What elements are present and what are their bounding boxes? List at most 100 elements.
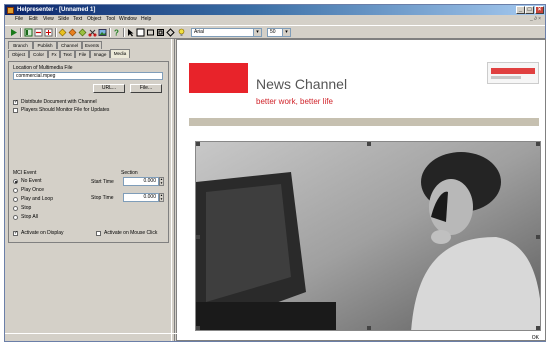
app-icon — [7, 6, 14, 14]
start-time-spinner[interactable]: ▲ ▼ — [159, 177, 164, 186]
font-name-select[interactable]: Arial ▾ — [191, 28, 262, 37]
maximize-button[interactable]: □ — [525, 6, 534, 14]
monitor-checkbox[interactable] — [13, 108, 18, 113]
font-name-value: Arial — [194, 29, 205, 35]
tab-channel[interactable]: Channel — [57, 41, 82, 49]
tab-file[interactable]: File — [75, 50, 90, 58]
link-icon[interactable] — [78, 28, 87, 37]
delete-slide-icon[interactable] — [34, 28, 43, 37]
chevron-down-icon[interactable]: ▾ — [253, 29, 261, 36]
event-stop-label: Stop — [21, 205, 32, 211]
event-play-loop-label: Play and Loop — [21, 196, 53, 202]
slide-view-icon[interactable] — [24, 28, 33, 37]
tab-media[interactable]: Media — [110, 49, 130, 58]
resize-handle-top[interactable] — [367, 142, 371, 146]
application-window: Helpresenter - [Unnamed 1] _ □ × File Ed… — [4, 4, 546, 342]
rectangle-icon[interactable] — [146, 28, 155, 37]
menu-edit[interactable]: Edit — [29, 16, 38, 22]
toolbar: ? Arial ▾ 50 ▾ — [5, 25, 545, 39]
yellow-diamond-icon[interactable] — [58, 28, 67, 37]
event-play-once-label: Play Once — [21, 187, 45, 193]
video-still-image — [196, 142, 540, 330]
menu-window[interactable]: Window — [119, 16, 137, 22]
resize-handle-top-right[interactable] — [536, 142, 540, 146]
add-slide-icon[interactable] — [44, 28, 53, 37]
resize-handle-bottom[interactable] — [367, 326, 371, 330]
status-text: OK — [531, 335, 539, 341]
start-time-input[interactable]: 0.000 — [123, 177, 159, 186]
tab-branch[interactable]: Branch — [8, 41, 33, 49]
menu-slide[interactable]: Slide — [58, 16, 69, 22]
activate-display-label: Activate on Display — [21, 230, 64, 236]
toolbar-separator — [20, 28, 22, 37]
brand-color-block — [189, 63, 248, 93]
radio-play-and-loop[interactable] — [13, 197, 18, 202]
logo-mark-secondary — [491, 76, 521, 79]
logo-mark — [491, 68, 535, 74]
resize-handle-top-left[interactable] — [196, 142, 200, 146]
tab-events[interactable]: Events — [82, 41, 102, 49]
radio-stop-all[interactable] — [13, 215, 18, 220]
menu-help[interactable]: Help — [141, 16, 151, 22]
resize-handle-bottom-left[interactable] — [196, 326, 200, 330]
activate-click-checkbox[interactable] — [96, 231, 101, 236]
event-stop-all-label: Stop All — [21, 214, 38, 220]
stop-time-spinner[interactable]: ▲ ▼ — [159, 193, 164, 202]
font-size-select[interactable]: 50 ▾ — [267, 28, 291, 37]
image-icon[interactable] — [98, 28, 107, 37]
tab-color[interactable]: Color — [29, 50, 48, 58]
document-window-controls[interactable]: _ ∂ × — [530, 16, 541, 22]
lightbulb-icon[interactable] — [177, 28, 186, 37]
tab-fx[interactable]: Fx — [48, 50, 60, 58]
radio-play-once[interactable] — [13, 188, 18, 193]
play-icon[interactable] — [9, 28, 18, 37]
distribute-label: Distribute Document with Channel — [21, 99, 97, 105]
stop-time-input[interactable]: 0.000 — [123, 193, 159, 202]
tab-image[interactable]: Image — [90, 50, 110, 58]
title-bar: Helpresenter - [Unnamed 1] _ □ × — [5, 5, 545, 15]
tab-object[interactable]: Object — [8, 50, 29, 58]
shape-icon[interactable] — [166, 28, 175, 37]
window-title: Helpresenter - [Unnamed 1] — [17, 6, 96, 13]
menu-view[interactable]: View — [43, 16, 54, 22]
media-file-input[interactable]: commercial.mpeg — [13, 72, 163, 80]
radio-no-event[interactable] — [13, 179, 18, 184]
menu-tool[interactable]: Tool — [106, 16, 115, 22]
pointer-icon[interactable] — [126, 28, 135, 37]
file-browse-button[interactable]: File... — [130, 84, 162, 93]
tab-publish[interactable]: Publish — [33, 41, 57, 49]
slide-canvas[interactable]: News Channel better work, better life — [176, 39, 546, 341]
menu-object[interactable]: Object — [87, 16, 101, 22]
url-button[interactable]: URL... — [93, 84, 125, 93]
help-icon[interactable]: ? — [112, 28, 121, 38]
event-no-event-label: No Event — [21, 178, 42, 184]
tab-text[interactable]: Text — [60, 50, 75, 58]
properties-panel: Branch Publish Channel Events Object Col… — [8, 41, 170, 331]
close-button[interactable]: × — [535, 6, 544, 14]
distribute-checkbox[interactable]: ✓ — [13, 100, 18, 105]
media-object[interactable] — [195, 141, 541, 331]
menu-bar: File Edit View Slide Text Object Tool Wi… — [5, 15, 545, 24]
frame-icon[interactable] — [156, 28, 165, 37]
tab-row-top: Branch Publish Channel Events — [8, 41, 169, 49]
minimize-button[interactable]: _ — [516, 6, 525, 14]
svg-text:?: ? — [114, 29, 119, 38]
resize-handle-right[interactable] — [536, 235, 540, 239]
font-size-value: 50 — [270, 29, 276, 35]
toolbar-separator — [109, 28, 111, 37]
menu-text[interactable]: Text — [73, 16, 82, 22]
activate-display-checkbox[interactable]: ✓ — [13, 231, 18, 236]
resize-handle-bottom-right[interactable] — [536, 326, 540, 330]
chevron-down-icon[interactable]: ▾ — [282, 29, 290, 36]
tab-row-bottom: Object Color Fx Text File Image Media — [8, 49, 169, 58]
toolbar-separator — [123, 28, 125, 37]
menu-file[interactable]: File — [15, 16, 23, 22]
section-label: Section — [121, 170, 138, 176]
text-box-icon[interactable] — [136, 28, 145, 37]
cut-icon[interactable] — [88, 28, 97, 37]
orange-diamond-icon[interactable] — [68, 28, 77, 37]
resize-handle-left[interactable] — [196, 235, 200, 239]
stop-time-label: Stop Time — [91, 195, 114, 201]
radio-stop[interactable] — [13, 206, 18, 211]
panel-splitter[interactable] — [171, 39, 175, 341]
